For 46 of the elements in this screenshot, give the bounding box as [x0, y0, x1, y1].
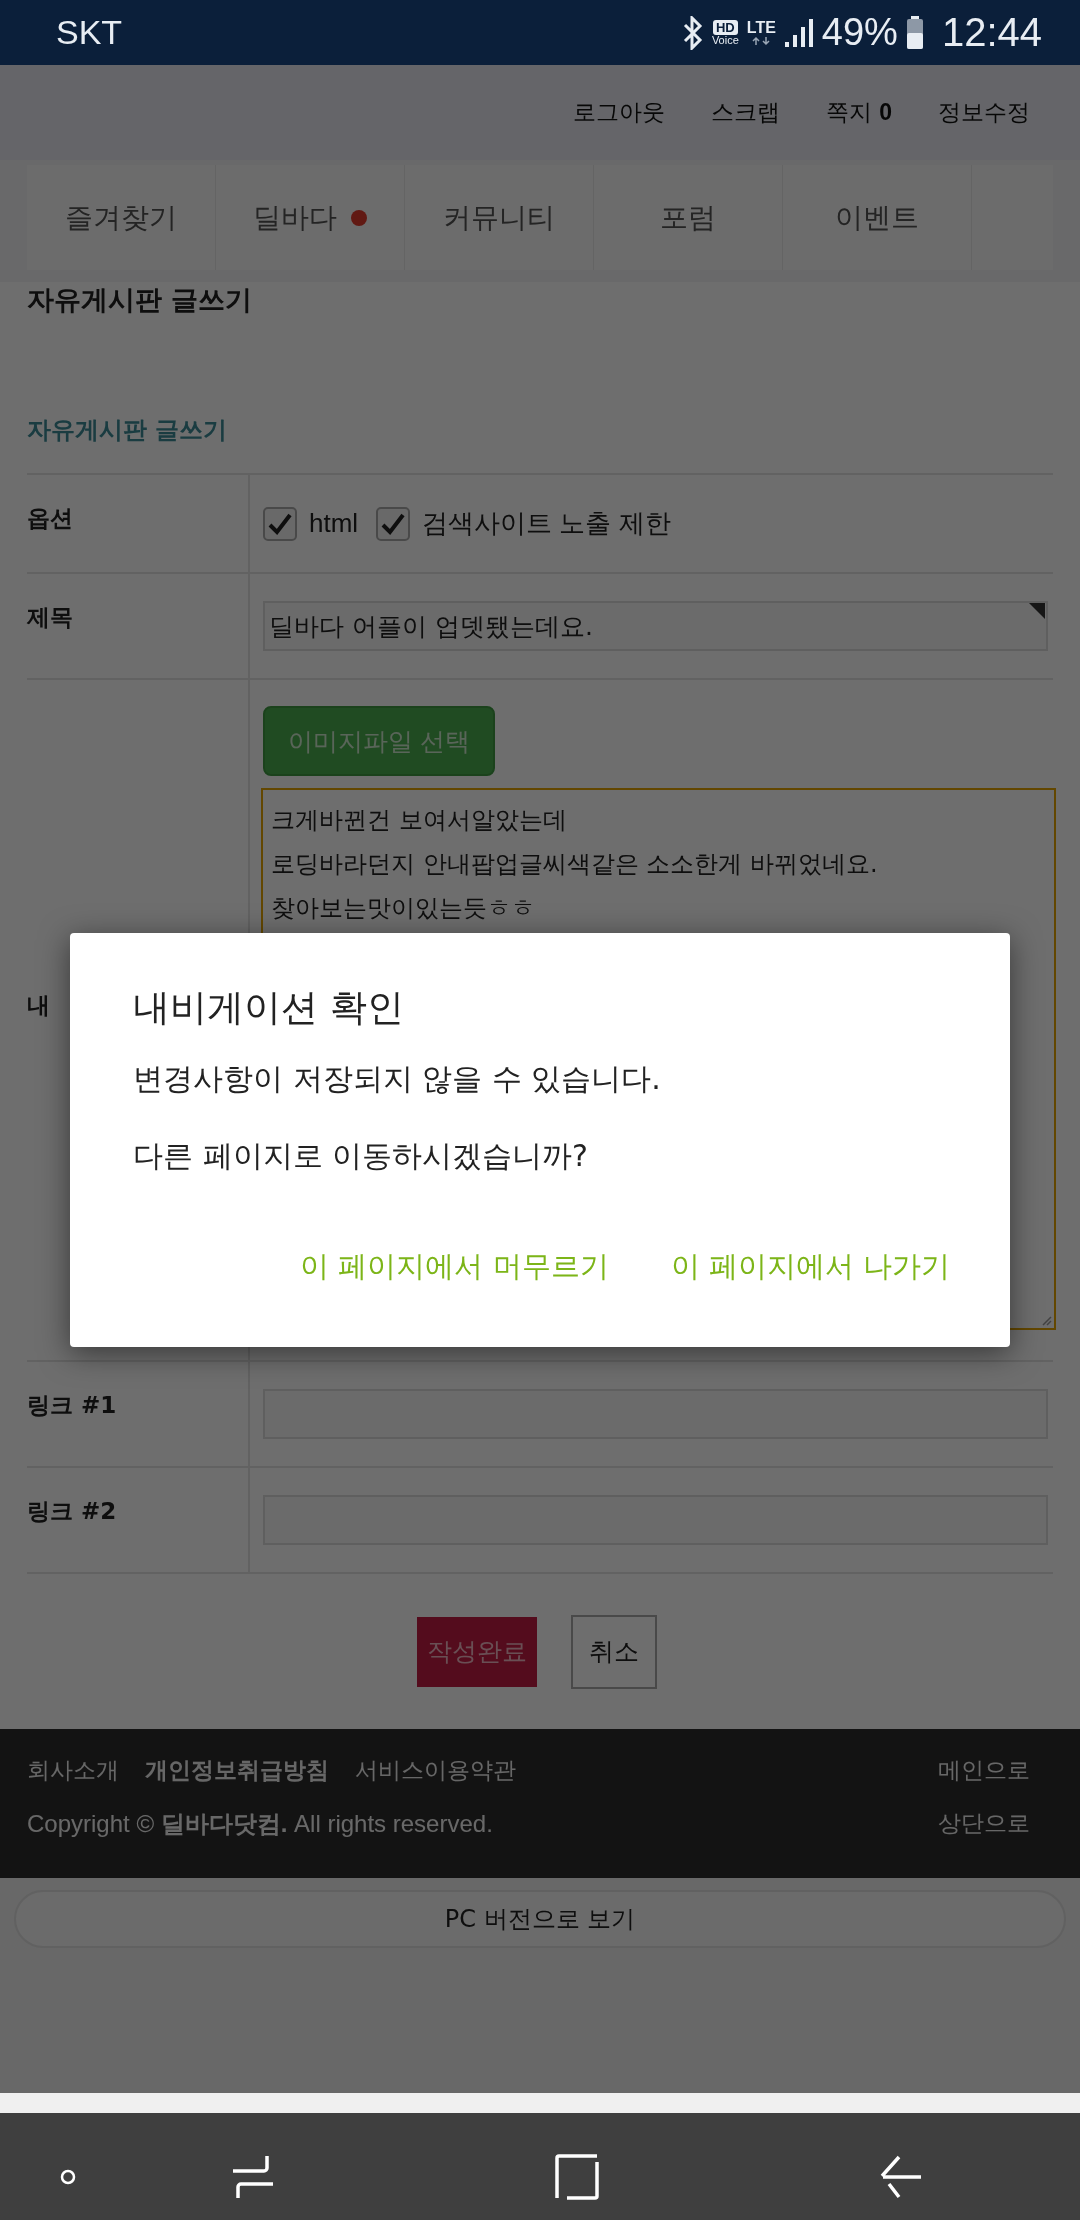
content-line: 로딩바라던지 안내팝업글씨색같은 소소한게 바뀌었네요.: [271, 849, 879, 880]
clock-time: 12:44: [941, 10, 1042, 55]
carrier-name: SKT: [56, 13, 124, 52]
content-line: 크게바뀐건 보여서알았는데: [271, 805, 568, 836]
pin-dot-icon[interactable]: [60, 2168, 76, 2185]
checkbox[interactable]: [376, 506, 411, 541]
category-tab[interactable]: 딜바다: [216, 165, 405, 270]
header-link[interactable]: 정보수정: [938, 97, 1030, 128]
field-label: 옵션: [27, 475, 250, 572]
leave-button[interactable]: 이 페이지에서 나가기: [670, 1247, 950, 1287]
copyright-text: Copyright © 딜바다닷컴. All rights reserved.: [27, 1809, 494, 1839]
resize-grip-icon[interactable]: [1040, 1314, 1052, 1326]
header-link[interactable]: 스크랩: [710, 97, 780, 128]
category-tab[interactable]: 포럼: [594, 165, 783, 270]
stay-button[interactable]: 이 페이지에서 머무르기: [300, 1247, 609, 1287]
home-icon[interactable]: [555, 2153, 599, 2200]
battery-percent: 49%: [821, 11, 898, 54]
field-label: 제목: [27, 574, 250, 678]
footer-nav-link[interactable]: 상단으로: [938, 1808, 1030, 1839]
footer-link[interactable]: 서비스이용약관: [355, 1755, 516, 1786]
battery-icon: [905, 15, 924, 50]
field-label: 링크 #1: [27, 1362, 250, 1466]
submit-button[interactable]: 작성완료: [416, 1616, 537, 1687]
corner-triangle-icon: [1029, 603, 1045, 619]
header-link[interactable]: 로그아웃: [572, 97, 665, 128]
bluetooth-icon: [681, 15, 704, 50]
field-label: 링크 #2: [27, 1468, 250, 1572]
title-field[interactable]: 딜바다 어플이 업뎃됐는데요.: [263, 601, 1048, 651]
content-line: 찾아보는맛이있는듯ㅎㅎ: [271, 893, 536, 924]
checkbox[interactable]: [263, 506, 297, 541]
footer-link[interactable]: 개인정보취급방침: [145, 1755, 329, 1786]
messages-link[interactable]: 쪽지 0: [825, 97, 892, 128]
page-title: 자유게시판 글쓰기: [27, 283, 253, 317]
cancel-button[interactable]: 취소: [570, 1614, 657, 1689]
board-heading: 자유게시판 글쓰기: [27, 415, 228, 446]
back-icon[interactable]: [879, 2154, 921, 2199]
pc-version-button[interactable]: PC 버전으로 보기: [14, 1890, 1066, 1948]
option-label: html: [309, 508, 359, 539]
category-tab[interactable]: 커뮤니티: [405, 165, 594, 270]
recent-apps-icon[interactable]: [231, 2153, 275, 2200]
footer-link[interactable]: 회사소개: [27, 1755, 119, 1786]
option-label: 검색사이트 노출 제한: [422, 507, 671, 540]
category-tab[interactable]: 이벤트: [783, 165, 972, 270]
footer-nav-link[interactable]: 메인으로: [938, 1755, 1030, 1786]
category-tab[interactable]: 즐겨찾기: [27, 165, 216, 270]
signal-icon: [783, 17, 814, 48]
